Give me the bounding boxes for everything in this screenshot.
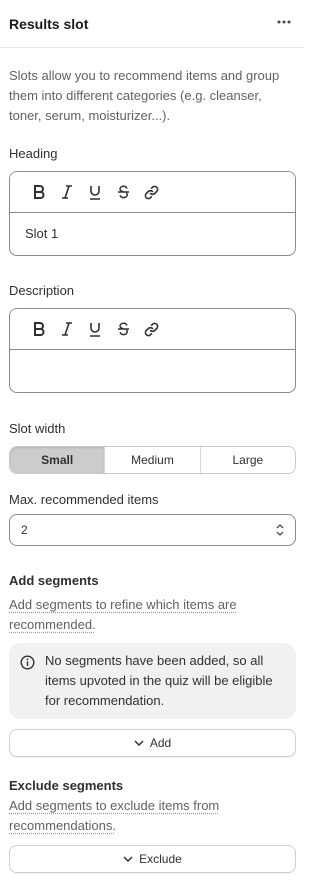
max-items-value: 2 <box>21 523 28 537</box>
heading-label: Heading <box>9 146 58 161</box>
add-segment-button[interactable]: Add <box>9 729 296 757</box>
chevron-down-wrapper <box>123 856 133 862</box>
bold-button[interactable] <box>25 178 53 206</box>
heading-toolbar <box>10 172 295 213</box>
link-button[interactable] <box>137 315 165 343</box>
bold-button[interactable] <box>25 315 53 343</box>
description-editor <box>9 308 296 393</box>
info-banner: No segments have been added, so all item… <box>9 643 296 719</box>
italic-button[interactable] <box>53 315 81 343</box>
exclude-segment-button-label: Exclude <box>139 852 182 866</box>
slot-width-large[interactable]: Large <box>199 447 295 473</box>
italic-icon <box>62 322 72 336</box>
add-segments-title: Add segments <box>9 573 99 588</box>
description-input[interactable] <box>10 350 295 392</box>
panel-title: Results slot <box>9 16 89 32</box>
strikethrough-icon <box>117 185 129 199</box>
italic-button[interactable] <box>53 178 81 206</box>
description-label: Description <box>9 283 75 298</box>
strikethrough-button[interactable] <box>109 315 137 343</box>
more-horizontal-icon <box>277 20 291 24</box>
strikethrough-icon <box>117 322 129 336</box>
exclude-segments-help-text: Add segments to exclude items from recom… <box>9 798 220 833</box>
add-segment-button-label: Add <box>149 736 172 750</box>
select-chevron-icon <box>276 524 284 536</box>
underline-button[interactable] <box>81 178 109 206</box>
link-icon <box>144 322 158 336</box>
slot-width-small[interactable]: Small <box>10 447 105 473</box>
add-segments-help-text: Add segments to refine which items are r… <box>9 597 237 632</box>
underline-icon <box>90 322 100 337</box>
max-items-select[interactable]: 2 <box>9 514 296 546</box>
slot-width-label: Slot width <box>9 421 66 436</box>
info-icon <box>20 655 35 670</box>
add-segments-help: Add segments to refine which items are r… <box>9 595 293 635</box>
intro-text: Slots allow you to recommend items and g… <box>9 68 280 123</box>
exclude-segments-help: Add segments to exclude items from recom… <box>9 796 293 836</box>
link-icon <box>144 185 158 199</box>
more-options-button[interactable] <box>272 10 296 34</box>
banner-text: No segments have been added, so all item… <box>45 653 273 708</box>
heading-input[interactable]: Slot 1 <box>10 213 295 255</box>
bold-icon <box>34 185 45 199</box>
underline-icon <box>90 185 100 200</box>
exclude-segments-title: Exclude segments <box>9 778 124 793</box>
italic-icon <box>62 185 72 199</box>
heading-editor: Slot 1 <box>9 171 296 256</box>
chevron-down-icon <box>134 740 144 746</box>
bold-icon <box>34 322 45 336</box>
slot-width-selector: Small Medium Large <box>9 446 296 474</box>
description-toolbar <box>10 309 295 350</box>
max-items-label: Max. recommended items <box>9 492 159 507</box>
slot-width-medium[interactable]: Medium <box>104 447 200 473</box>
link-button[interactable] <box>137 178 165 206</box>
underline-button[interactable] <box>81 315 109 343</box>
chevron-down-wrapper <box>134 740 144 746</box>
exclude-segment-button[interactable]: Exclude <box>9 845 296 873</box>
strikethrough-button[interactable] <box>109 178 137 206</box>
chevron-down-icon <box>123 856 133 862</box>
panel-header: Results slot <box>0 0 303 48</box>
